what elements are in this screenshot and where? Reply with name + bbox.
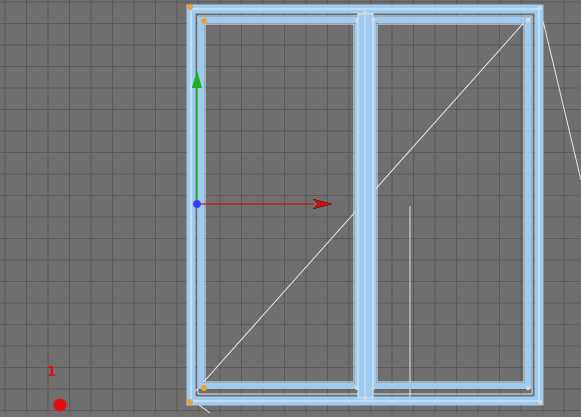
right-sash-inner-edge bbox=[376, 23, 525, 383]
viewport-grid bbox=[0, 0, 581, 413]
right-sash[interactable] bbox=[370, 17, 531, 389]
vertex-mullion-br[interactable] bbox=[371, 386, 375, 390]
left-sash-inner-edge bbox=[204, 23, 355, 383]
gizmo-pivot-icon[interactable] bbox=[193, 200, 201, 208]
vertex-mullion-tr[interactable] bbox=[371, 18, 375, 22]
vertex-bottom-left[interactable] bbox=[187, 399, 193, 405]
vertex-top-right-inner[interactable] bbox=[525, 17, 531, 23]
vertex-bottom-right[interactable] bbox=[537, 399, 543, 405]
vertex-bottom-left-inner[interactable] bbox=[201, 385, 207, 391]
vertex-mullion-tl[interactable] bbox=[355, 18, 359, 22]
viewport-canvas[interactable] bbox=[0, 0, 581, 414]
3d-viewport[interactable]: 1 bbox=[0, 0, 581, 414]
vertex-top-left-inner[interactable] bbox=[201, 18, 207, 24]
vertex-bottom-right-inner[interactable] bbox=[525, 385, 531, 391]
vertex-top-right[interactable] bbox=[537, 5, 543, 11]
arrow-right-icon[interactable] bbox=[312, 198, 333, 210]
window-frame-object[interactable] bbox=[186, 4, 544, 406]
marker-point[interactable] bbox=[53, 398, 67, 412]
transform-gizmo[interactable] bbox=[192, 70, 333, 210]
edge-wire-right bbox=[539, 7, 581, 181]
wireframe-lines bbox=[191, 7, 581, 414]
dot-icon[interactable] bbox=[53, 398, 67, 412]
vertex-top-left[interactable] bbox=[187, 4, 193, 10]
marker-label: 1 bbox=[47, 365, 57, 380]
vertex-mullion-bl[interactable] bbox=[355, 386, 359, 390]
vertex-top-mid[interactable] bbox=[362, 10, 368, 16]
vertex-bottom-mid[interactable] bbox=[362, 395, 368, 401]
left-sash[interactable] bbox=[198, 17, 361, 389]
